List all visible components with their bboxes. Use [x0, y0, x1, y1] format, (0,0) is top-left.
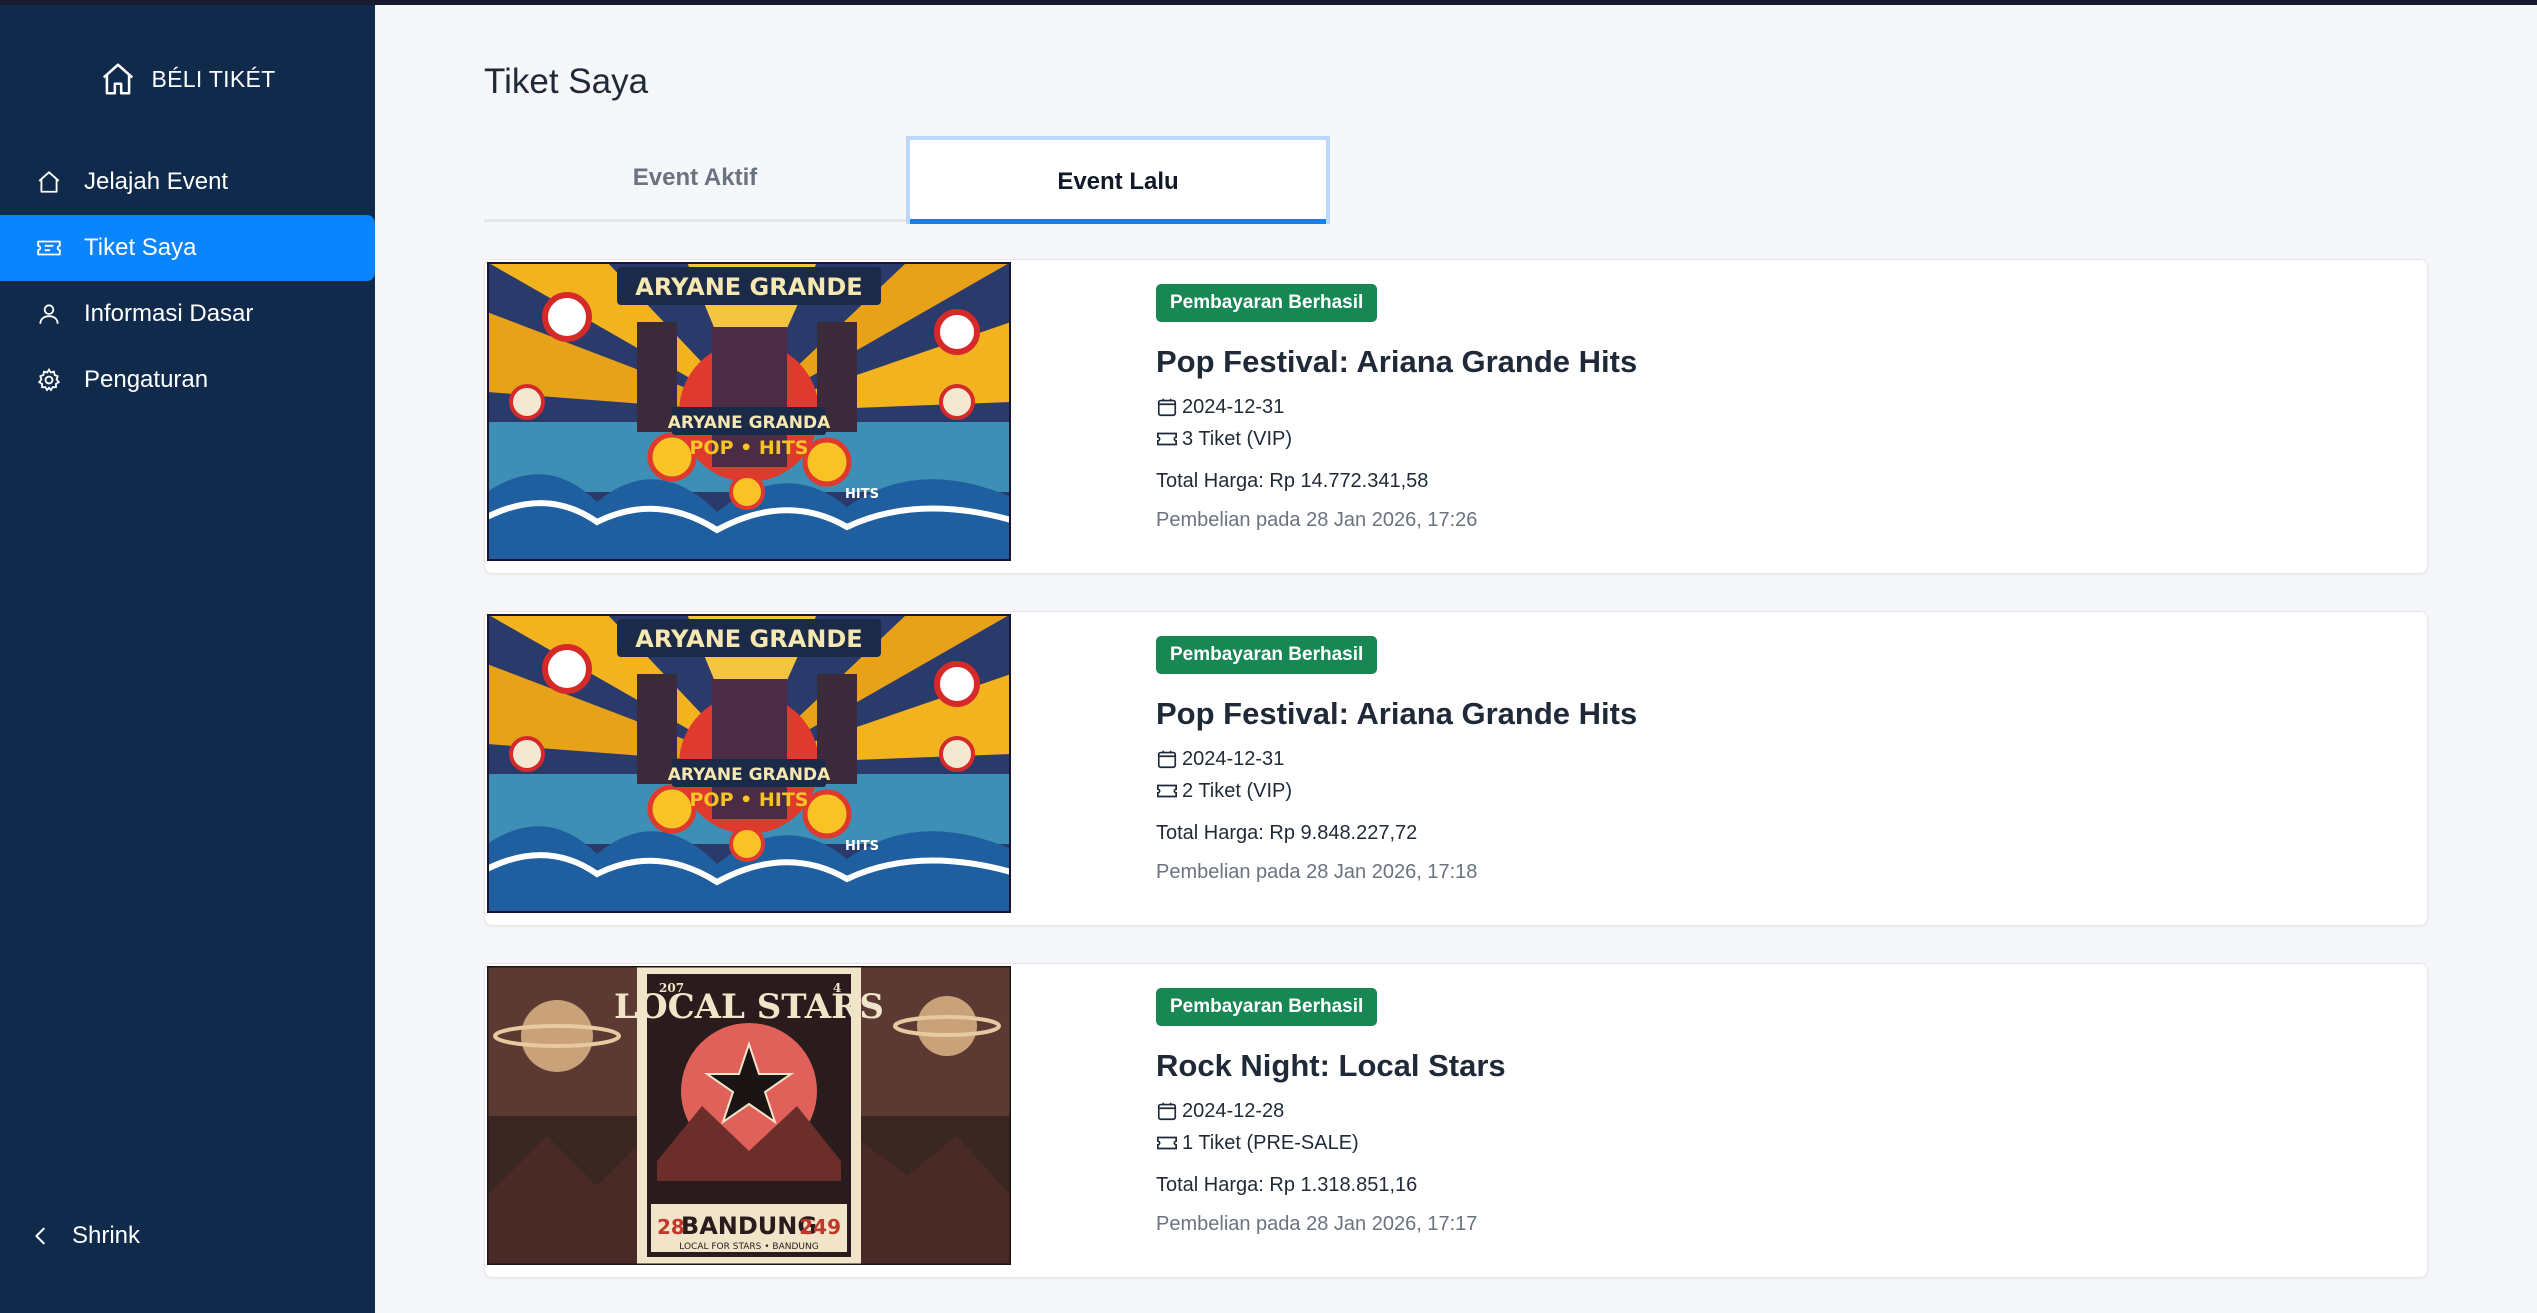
- event-title: Rock Night: Local Stars: [1156, 1048, 1506, 1083]
- poster-sub-text: POP • HITS: [690, 437, 809, 459]
- poster-sub-text: POP • HITS: [690, 789, 809, 811]
- total-price: Total Harga: Rp 9.848.227,72: [1156, 822, 1418, 844]
- poster-side-text: HITS: [845, 839, 879, 854]
- calendar-icon: [1157, 750, 1177, 769]
- sidebar-item-label: Pengaturan: [84, 366, 209, 393]
- ticket-count-value: 3 Tiket (VIP): [1182, 427, 1293, 450]
- event-poster-image: ARYANE GRANDE ARYANE GRANDA POP • HITS H…: [487, 614, 1011, 913]
- tab-event-lalu[interactable]: Event Lalu: [906, 136, 1330, 224]
- ticket-card[interactable]: LOCAL STARS 207 4 BANDUNG 28 249 LOCAL F…: [484, 963, 2428, 1278]
- poster-footer-text: LOCAL FOR STARS • BANDUNG: [679, 1242, 818, 1252]
- sidebar-item-informasi-dasar[interactable]: Informasi Dasar: [0, 281, 375, 347]
- ticket-count: 2 Tiket (VIP): [1156, 776, 1637, 806]
- tab-event-aktif[interactable]: Event Aktif: [484, 136, 906, 222]
- status-badge: Pembayaran Berhasil: [1156, 636, 1378, 674]
- ticket-count: 1 Tiket (PRE-SALE): [1156, 1128, 1506, 1158]
- poster-center-text: ARYANE GRANDA: [668, 413, 831, 433]
- poster-banner-text: ARYANE GRANDE: [635, 273, 862, 301]
- brand-name: BÉLI TIKÉT: [151, 65, 276, 92]
- poster-number-left: 28: [657, 1215, 685, 1239]
- event-date: 2024-12-31: [1156, 392, 1637, 422]
- status-badge: Pembayaran Berhasil: [1156, 988, 1378, 1026]
- event-title: Pop Festival: Ariana Grande Hits: [1156, 344, 1638, 379]
- window-top-border: [0, 0, 2537, 5]
- sidebar-item-jelajah-event[interactable]: Jelajah Event: [0, 149, 375, 215]
- poster-top-right-text: 4: [833, 981, 841, 995]
- sidebar: BÉLI TIKÉT Jelajah Event Tiket Saya Info…: [0, 0, 375, 1313]
- sidebar-item-label: Informasi Dasar: [84, 300, 254, 327]
- ticket-icon: [36, 235, 62, 261]
- ticket-details: Pembayaran Berhasil Rock Night: Local St…: [1156, 988, 1506, 1236]
- poster-center-text: ARYANE GRANDA: [668, 765, 831, 785]
- ticket-count-value: 2 Tiket (VIP): [1182, 779, 1293, 802]
- poster-number-right: 249: [799, 1215, 841, 1239]
- chevron-left-icon: [35, 1227, 45, 1245]
- sidebar-item-pengaturan[interactable]: Pengaturan: [0, 347, 375, 413]
- total-price: Total Harga: Rp 14.772.341,58: [1156, 470, 1429, 492]
- ticket-icon: [1157, 784, 1177, 798]
- sidebar-item-tiket-saya[interactable]: Tiket Saya: [0, 215, 375, 281]
- event-date: 2024-12-31: [1156, 744, 1637, 774]
- event-poster-image: LOCAL STARS 207 4 BANDUNG 28 249 LOCAL F…: [487, 966, 1011, 1265]
- gear-icon: [36, 367, 62, 393]
- poster-side-text: HITS: [845, 487, 879, 502]
- poster-city-text: BANDUNG: [681, 1212, 817, 1240]
- poster-top-left-text: 207: [659, 981, 684, 995]
- ticket-card[interactable]: ARYANE GRANDE ARYANE GRANDA POP • HITS H…: [484, 259, 2428, 574]
- shrink-sidebar-button[interactable]: Shrink: [30, 1222, 140, 1250]
- page-title: Tiket Saya: [484, 62, 649, 101]
- ticket-details: Pembayaran Berhasil Pop Festival: Ariana…: [1156, 636, 1637, 884]
- poster-title-text: LOCAL STARS: [614, 987, 884, 1027]
- brand-logo[interactable]: BÉLI TIKÉT: [0, 58, 375, 100]
- ticket-icon: [1157, 1136, 1177, 1150]
- purchase-time: Pembelian pada 28 Jan 2026, 17:18: [1156, 861, 1478, 883]
- calendar-icon: [1157, 398, 1177, 417]
- home-icon: [36, 169, 62, 195]
- ticket-count: 3 Tiket (VIP): [1156, 424, 1637, 454]
- event-date-value: 2024-12-31: [1182, 395, 1285, 418]
- ticket-tabs: Event Aktif Event Lalu: [484, 136, 1346, 226]
- purchase-time: Pembelian pada 28 Jan 2026, 17:26: [1156, 509, 1478, 531]
- sidebar-item-label: Jelajah Event: [84, 168, 229, 195]
- purchase-time: Pembelian pada 28 Jan 2026, 17:17: [1156, 1213, 1478, 1235]
- ticket-count-value: 1 Tiket (PRE-SALE): [1182, 1131, 1359, 1154]
- ticket-card[interactable]: ARYANE GRANDE ARYANE GRANDA POP • HITS H…: [484, 611, 2428, 926]
- event-date-value: 2024-12-28: [1182, 1099, 1285, 1122]
- home-icon: [103, 63, 134, 95]
- poster-banner-text: ARYANE GRANDE: [635, 625, 862, 653]
- ticket-details: Pembayaran Berhasil Pop Festival: Ariana…: [1156, 284, 1637, 532]
- calendar-icon: [1157, 1102, 1177, 1121]
- event-title: Pop Festival: Ariana Grande Hits: [1156, 696, 1638, 731]
- user-icon: [36, 301, 62, 327]
- sidebar-nav: Jelajah Event Tiket Saya Informasi Dasar…: [0, 149, 375, 413]
- event-poster-image: ARYANE GRANDE ARYANE GRANDA POP • HITS H…: [487, 262, 1011, 561]
- total-price: Total Harga: Rp 1.318.851,16: [1156, 1174, 1418, 1196]
- event-date: 2024-12-28: [1156, 1096, 1506, 1126]
- main-content: Tiket Saya Event Aktif Event Lalu ARYANE…: [375, 0, 2537, 1313]
- sidebar-item-label: Tiket Saya: [84, 234, 197, 261]
- ticket-icon: [1157, 432, 1177, 446]
- event-date-value: 2024-12-31: [1182, 747, 1285, 770]
- status-badge: Pembayaran Berhasil: [1156, 284, 1378, 322]
- shrink-label: Shrink: [72, 1222, 141, 1249]
